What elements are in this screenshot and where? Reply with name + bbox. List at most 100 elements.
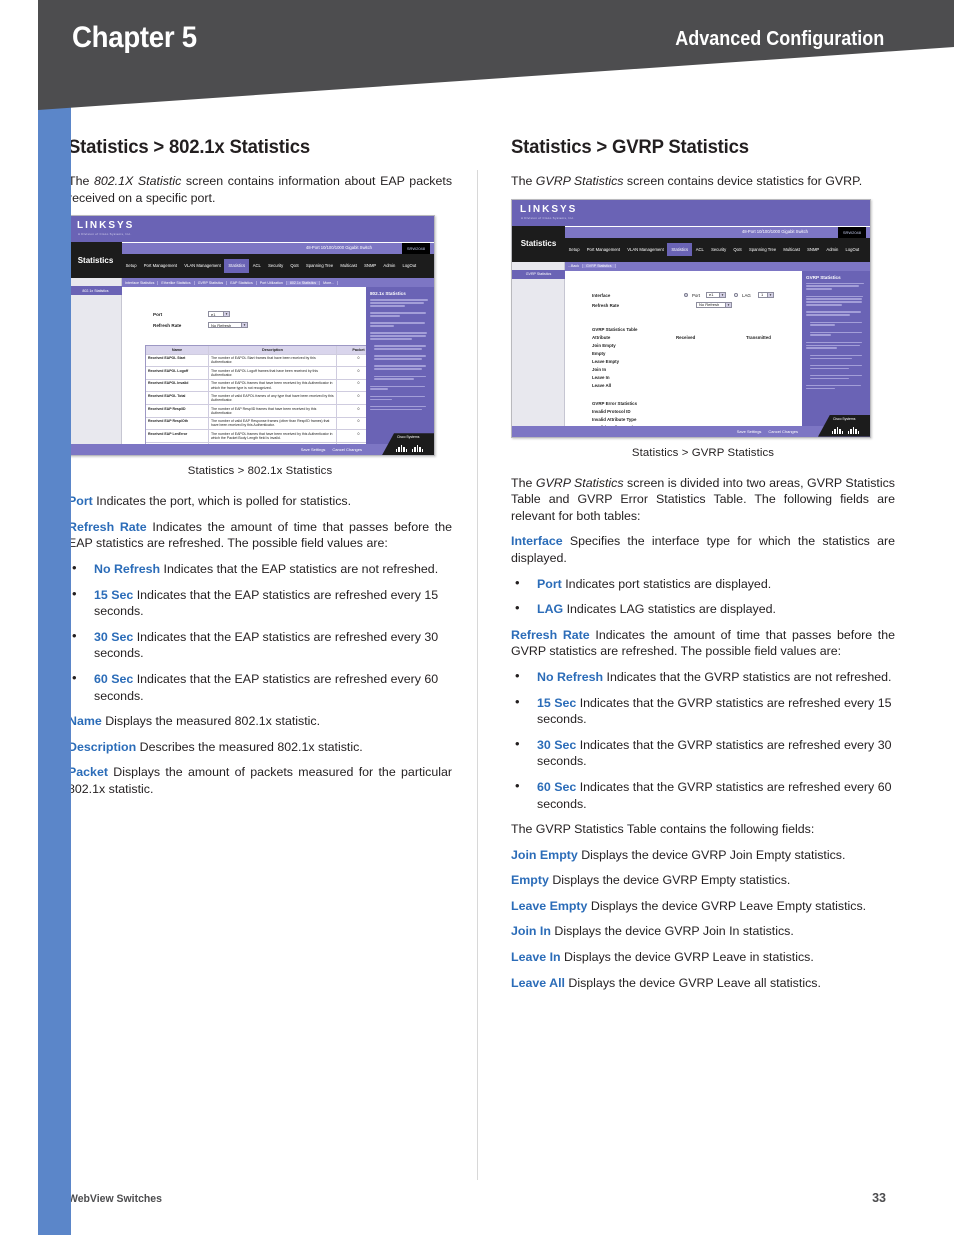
left-intro-paragraph: The 802.1X Statistic screen contains inf… xyxy=(68,173,452,206)
left-def-port-text: Indicates the port, which is polled for … xyxy=(92,494,352,509)
shot2-section-title: Statistics xyxy=(512,225,565,262)
shot1-submenu-gvrp-statistics[interactable]: GVRP Statistics xyxy=(195,280,228,285)
shot2-refresh-select[interactable]: No Refresh ▾ xyxy=(696,301,732,308)
shot2-cisco-label: Cisco Systems xyxy=(833,416,856,421)
shot2-submenu-bar[interactable]: ...Back GVRP Statistics xyxy=(565,261,870,271)
shot2-nav-bar[interactable]: Setup Port Management VLAN Management St… xyxy=(565,237,870,262)
shot1-port-label: Port xyxy=(153,312,163,318)
shot2-port-radio[interactable] xyxy=(684,292,688,297)
shot2-submenu-gvrp-statistics[interactable]: GVRP Statistics xyxy=(583,264,616,269)
shot2-submenu-back[interactable]: ...Back xyxy=(565,264,583,269)
shot1-nav-statistics[interactable]: Statistics xyxy=(224,259,250,273)
list-item: LAG Indicates LAG statistics are display… xyxy=(511,600,895,618)
left-refresh-options-list: No Refresh Indicates that the EAP statis… xyxy=(68,560,452,704)
left-def-description-text: Describes the measured 802.1x statistic. xyxy=(136,739,363,754)
shot1-nav-multicast[interactable]: Multicast xyxy=(337,263,361,268)
shot2-nav-security[interactable]: Security xyxy=(707,247,729,252)
shot1-nav-acl[interactable]: ACL xyxy=(249,263,264,268)
shot1-side-tab[interactable]: 802.1x Statistics xyxy=(69,286,122,296)
shot2-refresh-label: Refresh Rate xyxy=(592,302,620,308)
shot1-submenu-8021x-statistics[interactable]: 802.1x Statistics xyxy=(286,280,321,285)
shot2-lag-radio[interactable] xyxy=(734,292,738,297)
shot2-row-empty: Empty xyxy=(592,350,606,356)
left-bullet3-term: 60 Sec xyxy=(94,671,134,686)
right-d3-2-text: Displays the device GVRP Leave Empty sta… xyxy=(587,898,867,913)
left-def-name-text: Displays the measured 802.1x statistic. xyxy=(101,714,321,729)
shot1-nav-logout[interactable]: LogOut xyxy=(399,263,420,268)
shot2-save-settings-button[interactable]: Save Settings xyxy=(737,429,762,434)
shot1-refresh-select[interactable]: No Refresh ▾ xyxy=(208,322,248,329)
shot2-row-leave-all: Leave All xyxy=(592,382,612,388)
shot1-nav-vlan-management[interactable]: VLAN Management xyxy=(181,263,225,268)
right-b2-1-text: Indicates that the GVRP statistics are r… xyxy=(537,695,892,727)
shot2-port-value: e1 xyxy=(709,292,714,298)
shot2-nav-spanning-tree[interactable]: Spanning Tree xyxy=(745,247,779,252)
left-bullet2-text: Indicates that the EAP statistics are re… xyxy=(94,629,439,661)
chevron-down-icon: ▾ xyxy=(725,302,731,307)
shot2-nav-setup[interactable]: Setup xyxy=(565,247,583,252)
cell-desc: The number of EAPOL Start frames that ha… xyxy=(208,354,336,367)
left-intro-prefix: The xyxy=(68,174,94,188)
shot1-nav-admin[interactable]: Admin xyxy=(380,263,399,268)
shot1-save-settings-button[interactable]: Save Settings xyxy=(301,447,326,452)
page-header: Chapter 5 Advanced Configuration xyxy=(0,0,954,120)
shot1-submenu-bar[interactable]: Interface Statistics Etherlike Statistic… xyxy=(122,278,434,288)
cell-name: Received EAP Resp/Oth xyxy=(148,419,189,424)
right-def-interface-text: Specifies the interface type for which t… xyxy=(511,534,895,565)
shot1-device-desc: 48-Port 10/100/1000 Gigabit Switch xyxy=(305,245,372,251)
shot2-nav-snmp[interactable]: SNMP xyxy=(804,247,823,252)
shot1-section-title: Statistics xyxy=(69,242,122,279)
cell-desc: The number of valid EAP Response frames … xyxy=(208,417,336,430)
cell-name: Received EAPOL Invalid xyxy=(148,381,189,386)
shot2-nav-statistics[interactable]: Statistics xyxy=(667,242,693,257)
shot2-port-select[interactable]: e1 ▾ xyxy=(706,291,726,298)
shot1-port-select[interactable]: e1 ▾ xyxy=(208,311,230,318)
shot1-nav-security[interactable]: Security xyxy=(264,263,286,268)
shot1-nav-port-management[interactable]: Port Management xyxy=(140,263,180,268)
shot2-port-radio-label: Port xyxy=(692,292,701,298)
shot2-nav-multicast[interactable]: Multicast xyxy=(780,247,804,252)
shot2-cancel-changes-button[interactable]: Cancel Changes xyxy=(768,429,798,434)
shot2-nav-acl[interactable]: ACL xyxy=(692,247,707,252)
left-figure-caption: Statistics > 802.1x Statistics xyxy=(187,465,333,478)
shot1-submenu-interface-statistics[interactable]: Interface Statistics xyxy=(122,280,159,285)
shot1-side-column: 802.1x Statistics xyxy=(69,278,122,445)
right-def-join-empty: Join Empty Displays the device GVRP Join… xyxy=(511,847,895,864)
right-d3-0-text: Displays the device GVRP Join Empty stat… xyxy=(577,847,846,862)
shot1-help-panel: 802.1x Statistics xyxy=(366,287,434,445)
shot2-nav-logout[interactable]: LogOut xyxy=(842,247,863,252)
shot1-nav-spanning-tree[interactable]: Spanning Tree xyxy=(302,263,336,268)
shot2-nav-port-management[interactable]: Port Management xyxy=(583,247,623,252)
shot1-help-title: 802.1x Statistics xyxy=(370,291,406,297)
shot1-nav-qos[interactable]: QoS xyxy=(287,263,303,268)
right-b2-2-text: Indicates that the GVRP statistics are r… xyxy=(537,737,892,769)
shot2-nav-vlan-management[interactable]: VLAN Management xyxy=(624,247,668,252)
shot2-col-attribute: Attribute xyxy=(592,334,611,340)
right-def-refresh-rate: Refresh Rate Indicates the amount of tim… xyxy=(511,627,895,660)
shot1-nav-snmp[interactable]: SNMP xyxy=(361,263,380,268)
shot1-submenu-eap-statistics[interactable]: EAP Statistics xyxy=(227,280,257,285)
chevron-down-icon: ▾ xyxy=(241,323,247,328)
right-b2-3-text: Indicates that the GVRP statistics are r… xyxy=(537,779,892,811)
shot2-lag-select[interactable]: 1 ▾ xyxy=(758,291,774,298)
shot2-device-desc: 48-Port 10/100/1000 Gigabit Switch xyxy=(741,228,808,234)
shot2-side-tab[interactable]: GVRP Statistics xyxy=(512,269,565,279)
shot2-nav-admin[interactable]: Admin xyxy=(823,247,842,252)
shot1-nav-bar[interactable]: Setup Port Management VLAN Management St… xyxy=(122,254,434,279)
right-def-interface: Interface Specifies the interface type f… xyxy=(511,533,895,566)
shot1-cancel-changes-button[interactable]: Cancel Changes xyxy=(332,447,362,452)
shot1-submenu-port-utilization[interactable]: Port Utilization xyxy=(257,280,287,285)
shot1-submenu-more[interactable]: More... xyxy=(320,280,339,285)
shot1-col-description: Description xyxy=(208,346,336,354)
left-bullet0-text: Indicates that the EAP statistics are no… xyxy=(160,561,439,576)
right-def-join-in: Join In Displays the device GVRP Join In… xyxy=(511,923,895,940)
table-row: Received EAPOL Start The number of EAPOL… xyxy=(146,354,380,368)
right-d3-3-text: Displays the device GVRP Join In statist… xyxy=(550,924,794,939)
shot1-submenu-etherlike-statistics[interactable]: Etherlike Statistics xyxy=(158,280,195,285)
shot1-nav-setup[interactable]: Setup xyxy=(122,263,140,268)
shot2-refresh-value: No Refresh xyxy=(699,302,720,308)
table-row: Received EAPOL Invalid The number of EAP… xyxy=(146,379,380,393)
right-para2-italic: GVRP Statistics xyxy=(535,475,624,490)
screenshot-8021x: LINKSYS A Division of Cisco Systems, Inc… xyxy=(68,215,435,457)
shot2-nav-qos[interactable]: QoS xyxy=(730,247,746,252)
